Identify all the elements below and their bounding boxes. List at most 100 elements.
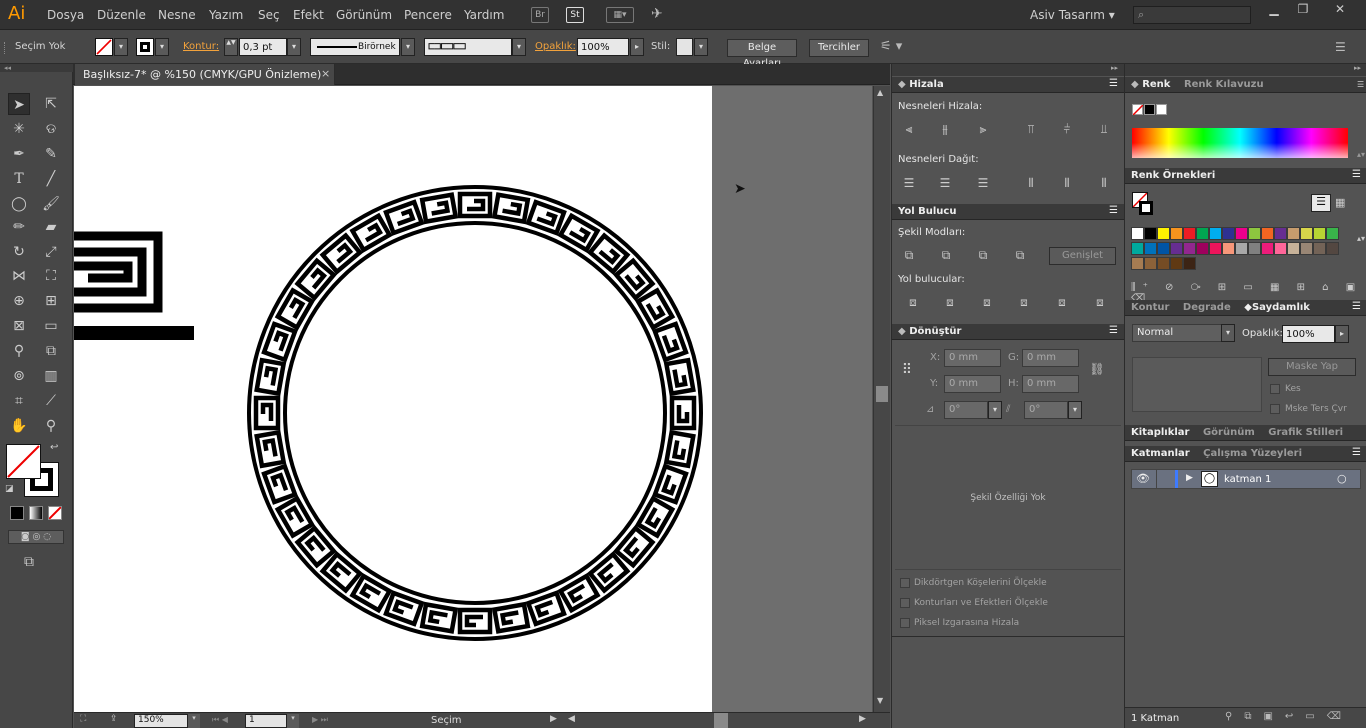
menu-yardim[interactable]: Yardım [464,8,504,22]
color-swatch[interactable] [1131,227,1144,240]
color-swatch[interactable] [1300,227,1313,240]
shear-input[interactable]: 0° [1024,401,1068,419]
arrange-documents-icon[interactable]: ▦▾ [606,7,634,23]
gradient-tool-icon[interactable]: ▭ [40,315,62,337]
tab-layers[interactable]: Katmanlar [1131,448,1190,459]
align-hcenter-icon[interactable]: ⫵ [936,120,954,138]
eraser-tool-icon[interactable]: ▰ [40,216,62,238]
tools-collapse-icon[interactable]: ◂◂ [0,64,73,72]
color-swatch[interactable] [1326,227,1339,240]
variable-width-profile[interactable]: ⊏⊐⊏⊐⊏⊐ [424,38,512,56]
hscroll-thumb[interactable] [714,713,728,728]
dock-collapse-icon[interactable]: ▸▸ [892,64,1124,76]
share-icon[interactable]: ⇪ [110,714,118,724]
zoom-tool-icon[interactable]: ⚲ [40,415,62,437]
restore-button[interactable]: ❐ [1289,2,1317,19]
color-swatch[interactable] [1261,242,1274,255]
distribute-right-icon[interactable]: ⦀ [1095,174,1113,192]
white-swatch[interactable] [1156,104,1167,115]
default-colors-icon[interactable]: ◪ [5,484,14,494]
distribute-top-icon[interactable]: ☰ [900,174,918,192]
menu-yazim[interactable]: Yazım [209,8,243,22]
panel-toggle-icon[interactable]: ◆ [898,326,906,337]
exclude-icon[interactable]: ⧉ [1011,246,1029,264]
type-tool-icon[interactable]: T [8,168,30,190]
curvature-tool-icon[interactable]: ✎ [40,143,62,165]
color-swatch[interactable] [1222,227,1235,240]
divide-icon[interactable]: ⧈ [904,293,922,311]
swatches-stroke-indicator[interactable] [1139,201,1153,215]
color-swatch[interactable] [1157,257,1170,270]
transform-panel-menu-icon[interactable]: ☰ [1109,325,1118,336]
align-vcenter-icon[interactable]: ⫩ [1058,120,1076,138]
swatches-scroll-icon[interactable]: ▴▾ [1357,234,1365,243]
color-swatch[interactable] [1170,227,1183,240]
mesh-tool-icon[interactable]: ⊠ [8,315,30,337]
color-swatch[interactable] [1183,257,1196,270]
height-input[interactable]: 0 mm [1022,375,1079,393]
rotate-input[interactable]: 0° [944,401,988,419]
reference-point-icon[interactable]: ⠿ [898,361,916,379]
zoom-dropdown[interactable]: ▾ [188,714,200,728]
close-button[interactable]: ✕ [1320,2,1360,19]
visibility-eye-icon[interactable]: 👁 [1136,472,1150,485]
hand-tool-icon[interactable]: ✋ [8,415,30,437]
pixel-align-checkbox[interactable] [900,618,910,628]
transparency-opacity-input[interactable]: 100% [1282,325,1335,343]
magic-wand-tool-icon[interactable]: ✳ [8,118,30,140]
artboard-number-input[interactable]: 1 [245,714,287,728]
blend-mode-select[interactable]: Normal [1132,324,1222,342]
color-swatch[interactable] [1131,257,1144,270]
expand-layer-icon[interactable]: ▶ [1186,473,1193,483]
pathfinder-panel-menu-icon[interactable]: ☰ [1109,205,1118,216]
line-tool-icon[interactable]: ╱ [40,168,62,190]
menu-dosya[interactable]: Dosya [47,8,84,22]
color-swatch[interactable] [1209,242,1222,255]
color-swatch[interactable] [1157,227,1170,240]
none-mode-icon[interactable] [48,506,62,520]
rotate-dropdown[interactable]: ▾ [988,401,1002,419]
stroke-label[interactable]: Kontur: [183,41,219,52]
swap-colors-icon[interactable]: ↩ [50,442,58,453]
align-top-icon[interactable]: ⫪ [1022,120,1040,138]
panel-toggle-icon[interactable]: ◆ [898,79,906,90]
distribute-left-icon[interactable]: ⦀ [1022,174,1040,192]
tab-libraries[interactable]: Kitaplıklar [1131,427,1189,438]
zoom-input[interactable]: 150% [134,714,188,728]
color-swatch[interactable] [1287,227,1300,240]
shape-builder-tool-icon[interactable]: ⊕ [8,290,30,312]
pen-tool-icon[interactable]: ✒ [8,143,30,165]
menu-duzenle[interactable]: Düzenle [97,8,146,22]
color-swatch[interactable] [1144,242,1157,255]
align-panel-menu-icon[interactable]: ☰ [1109,78,1118,89]
scroll-down-icon[interactable]: ▼ [877,696,883,705]
blend-mode-dropdown[interactable]: ▾ [1221,324,1235,342]
gradient-mode-icon[interactable] [29,506,43,520]
selection-tool-icon[interactable]: ➤ [8,93,30,115]
minus-front-icon[interactable]: ⧉ [937,246,955,264]
screen-mode-icon[interactable]: ⧉ [24,554,34,570]
color-mode-icon[interactable] [10,506,24,520]
tab-color[interactable]: Renk [1142,79,1170,90]
brush-definition[interactable]: Birörnek [310,38,400,56]
scale-corners-checkbox[interactable] [900,578,910,588]
invert-mask-checkbox[interactable] [1270,404,1280,414]
gpu-rocket-icon[interactable]: ✈ [651,6,663,22]
stroke-stepper[interactable]: ▲▼ [224,38,238,56]
distribute-bottom-icon[interactable]: ☰ [974,174,992,192]
width-tool-icon[interactable]: ⋈ [8,265,30,287]
draw-mode-icons[interactable]: ◙ ◎ ◌ [8,530,64,544]
color-swatch[interactable] [1196,227,1209,240]
color-swatch[interactable] [1131,242,1144,255]
pasteboard[interactable]: ➤ [712,86,872,712]
isolate-icon[interactable]: ⚟ ▾ [880,39,902,54]
align-left-icon[interactable]: ⫷ [900,120,918,138]
y-input[interactable]: 0 mm [944,375,1001,393]
pathfinder-panel-title[interactable]: Yol Bulucu [898,206,956,217]
crop-icon[interactable]: ⧈ [1015,293,1033,311]
artboard-tool-icon[interactable]: ⌗ [8,390,30,412]
fill-dropdown[interactable]: ▾ [114,38,128,56]
color-swatch[interactable] [1248,242,1261,255]
color-swatch[interactable] [1248,227,1261,240]
artboard[interactable] [74,86,712,712]
